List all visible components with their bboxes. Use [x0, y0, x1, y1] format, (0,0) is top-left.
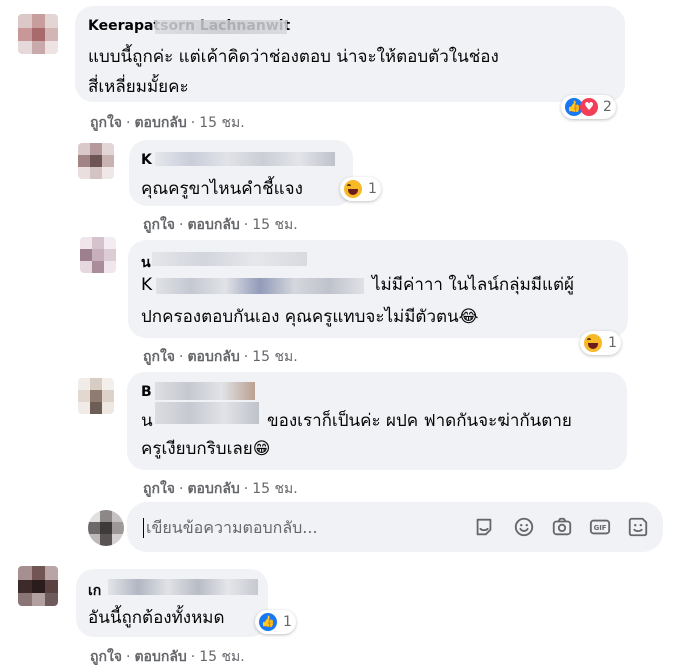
gif-icon[interactable]: GIF: [589, 516, 611, 538]
comment-text-line: ไม่มีค่าาา ในไลน์กลุ่มมีแต่ผู้: [372, 275, 574, 295]
separator: ·: [243, 349, 249, 365]
camera-icon[interactable]: [551, 516, 573, 538]
redaction-blur: [108, 579, 258, 595]
avatar[interactable]: [80, 237, 116, 273]
timestamp[interactable]: 15 ชม.: [252, 481, 297, 497]
timestamp[interactable]: 15 ชม.: [199, 649, 244, 665]
reply-action[interactable]: ตอบกลับ: [187, 217, 239, 233]
separator: ·: [190, 115, 196, 131]
sticker-icon[interactable]: [473, 516, 495, 538]
comment-bubble: น K ไม่มีค่าาา ในไลน์กลุ่มมีแต่ผู้ ปกครอ…: [128, 240, 628, 338]
reaction-count: 1: [608, 335, 617, 351]
separator: ·: [179, 217, 184, 233]
reply-action[interactable]: ตอบกลับ: [134, 649, 186, 665]
separator: ·: [243, 481, 249, 497]
separator: ·: [126, 115, 131, 131]
svg-text:GIF: GIF: [594, 524, 607, 532]
avatar[interactable]: [18, 566, 58, 606]
comment-text-line: แบบนี้ถูกค่ะ แต่เค้าคิดว่าช่องตอบ น่าจะใ…: [88, 47, 499, 67]
comment-bubble: K คุณครูขาไหนคำชี้แจง: [129, 140, 353, 206]
avatar[interactable]: [78, 143, 114, 179]
comment-actions: ถูกใจ · ตอบกลับ · 15 ชม.: [143, 478, 298, 500]
reaction-summary[interactable]: 👍 ♥ 2: [561, 95, 616, 119]
reply-action[interactable]: ตอบกลับ: [187, 481, 239, 497]
avatar[interactable]: [18, 14, 58, 54]
redaction-blur: [156, 278, 364, 294]
separator: ·: [243, 217, 249, 233]
comment-bubble: Keerapatsorn Lachnanwit แบบนี้ถูกค่ะ แต่…: [75, 6, 625, 102]
like-action[interactable]: ถูกใจ: [143, 349, 175, 365]
redaction-blur: [155, 402, 259, 424]
comment-text-line: ของเราก็เป็นค่ะ ผปค ฟาดกันจะฆ่ากันตาย: [267, 411, 572, 431]
sticker-alt-icon[interactable]: [627, 516, 649, 538]
separator: ·: [126, 649, 131, 665]
timestamp[interactable]: 15 ชม.: [252, 217, 297, 233]
reply-input[interactable]: เขียนข้อความตอบกลับ... GIF: [127, 502, 663, 552]
comment-bubble: เก อันนี้ถูกต้องทั้งหมด: [76, 569, 268, 637]
separator: ·: [179, 481, 184, 497]
like-action[interactable]: ถูกใจ: [143, 217, 175, 233]
emoji-icon[interactable]: [513, 516, 535, 538]
comment-actions: ถูกใจ · ตอบกลับ · 15 ชม.: [143, 346, 298, 368]
haha-icon: [584, 334, 602, 352]
comment-author[interactable]: K: [141, 152, 152, 168]
comment-text-line: สี่เหลี่ยมมั้ยคะ: [88, 77, 189, 97]
reply-placeholder: เขียนข้อความตอบกลับ...: [146, 518, 318, 537]
redaction-blur: [155, 152, 335, 166]
reaction-summary[interactable]: 1: [340, 177, 381, 201]
reaction-summary[interactable]: 👍 1: [255, 610, 296, 634]
comment-text-line: ปกครองตอบกันเอง คุณครูแทบจะไม่มีตัวตน😂: [141, 307, 479, 327]
comment-text-prefix: น: [141, 411, 153, 431]
reaction-count: 2: [603, 99, 612, 115]
comment-actions: ถูกใจ · ตอบกลับ · 15 ชม.: [90, 112, 245, 134]
comment-text-line: ครูเงียบกริบเลย😁: [141, 439, 271, 459]
like-action[interactable]: ถูกใจ: [143, 481, 175, 497]
avatar[interactable]: [88, 510, 124, 546]
separator: ·: [190, 649, 196, 665]
timestamp[interactable]: 15 ชม.: [199, 115, 244, 131]
like-action[interactable]: ถูกใจ: [90, 649, 122, 665]
reaction-count: 1: [368, 181, 377, 197]
redaction-blur: [152, 252, 307, 266]
reaction-summary[interactable]: 1: [580, 331, 621, 355]
reply-action[interactable]: ตอบกลับ: [187, 349, 239, 365]
comment-text-line: อันนี้ถูกต้องทั้งหมด: [88, 608, 225, 628]
text-cursor: [143, 518, 144, 538]
comment-text-prefix: K: [141, 275, 153, 295]
like-icon: 👍: [259, 613, 277, 631]
redaction-blur: [155, 382, 255, 400]
redaction-blur: [155, 20, 287, 34]
love-icon: ♥: [580, 98, 598, 116]
timestamp[interactable]: 15 ชม.: [252, 349, 297, 365]
comment-text-line: คุณครูขาไหนคำชี้แจง: [141, 179, 303, 199]
haha-icon: [344, 180, 362, 198]
comment-bubble: B น ของเราก็เป็นค่ะ ผปค ฟาดกันจะฆ่ากันตา…: [127, 372, 627, 470]
like-action[interactable]: ถูกใจ: [90, 115, 122, 131]
reaction-count: 1: [283, 614, 292, 630]
reply-action[interactable]: ตอบกลับ: [134, 115, 186, 131]
avatar[interactable]: [78, 378, 114, 414]
comment-actions: ถูกใจ · ตอบกลับ · 15 ชม.: [90, 646, 245, 668]
separator: ·: [179, 349, 184, 365]
comment-author[interactable]: เก: [88, 580, 101, 602]
comment-actions: ถูกใจ · ตอบกลับ · 15 ชม.: [143, 214, 298, 236]
comment-author[interactable]: B: [141, 384, 152, 400]
